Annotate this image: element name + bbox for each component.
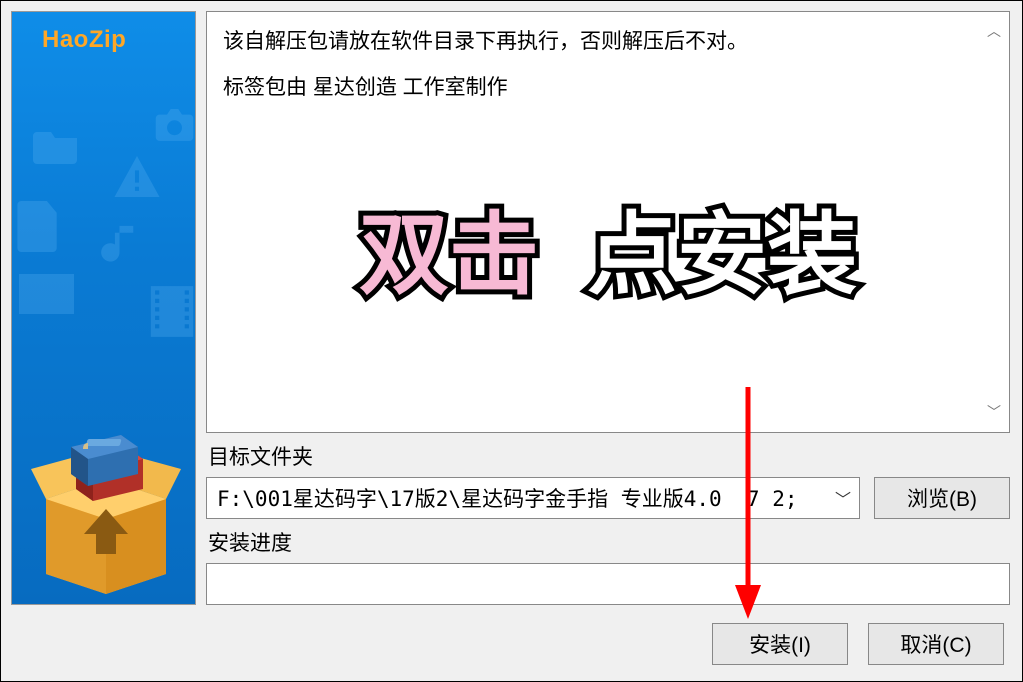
scroll-up-icon[interactable]: ︿ [987, 18, 1001, 45]
camera-icon [152, 104, 196, 144]
folder-icon [32, 124, 82, 164]
annotation-left: 双击 [359, 170, 539, 341]
progress-bar [206, 563, 1010, 605]
image-icon [14, 269, 79, 319]
document-icon [14, 199, 64, 254]
description-line1: 该自解压包请放在软件目录下再执行，否则解压后不对。 [223, 22, 993, 62]
cancel-button[interactable]: 取消(C) [868, 623, 1004, 665]
progress-label: 安装进度 [206, 525, 1010, 557]
annotation-overlay: 双击 点安装 [359, 170, 857, 341]
warning-icon [112, 154, 162, 199]
self-extract-window: HaoZip [0, 0, 1023, 682]
box-illustration [26, 409, 186, 594]
main-area: HaoZip [1, 1, 1022, 613]
film-icon [147, 284, 196, 339]
annotation-right: 点安装 [587, 170, 857, 341]
sidebar-bg-icons [12, 54, 195, 374]
music-note-icon [92, 219, 147, 274]
dialog-button-row: 安装(I) 取消(C) [1, 613, 1022, 681]
target-folder-input[interactable] [207, 478, 827, 518]
sidebar-panel: HaoZip [11, 11, 196, 605]
install-button[interactable]: 安装(I) [712, 623, 848, 665]
scroll-down-icon[interactable]: ﹀ [987, 399, 1001, 426]
dropdown-icon[interactable]: ﹀ [827, 478, 859, 518]
target-folder-label: 目标文件夹 [206, 439, 1010, 471]
description-textarea[interactable]: ︿ 该自解压包请放在软件目录下再执行，否则解压后不对。 标签包由 星达创造 工作… [206, 11, 1010, 433]
target-folder-combo[interactable]: ﹀ [206, 477, 860, 519]
browse-button[interactable]: 浏览(B) [874, 477, 1010, 519]
target-folder-row: ﹀ 浏览(B) [206, 477, 1010, 519]
description-line2: 标签包由 星达创造 工作室制作 [223, 68, 993, 108]
content-panel: ︿ 该自解压包请放在软件目录下再执行，否则解压后不对。 标签包由 星达创造 工作… [206, 11, 1010, 605]
brand-label: HaoZip [12, 12, 195, 54]
